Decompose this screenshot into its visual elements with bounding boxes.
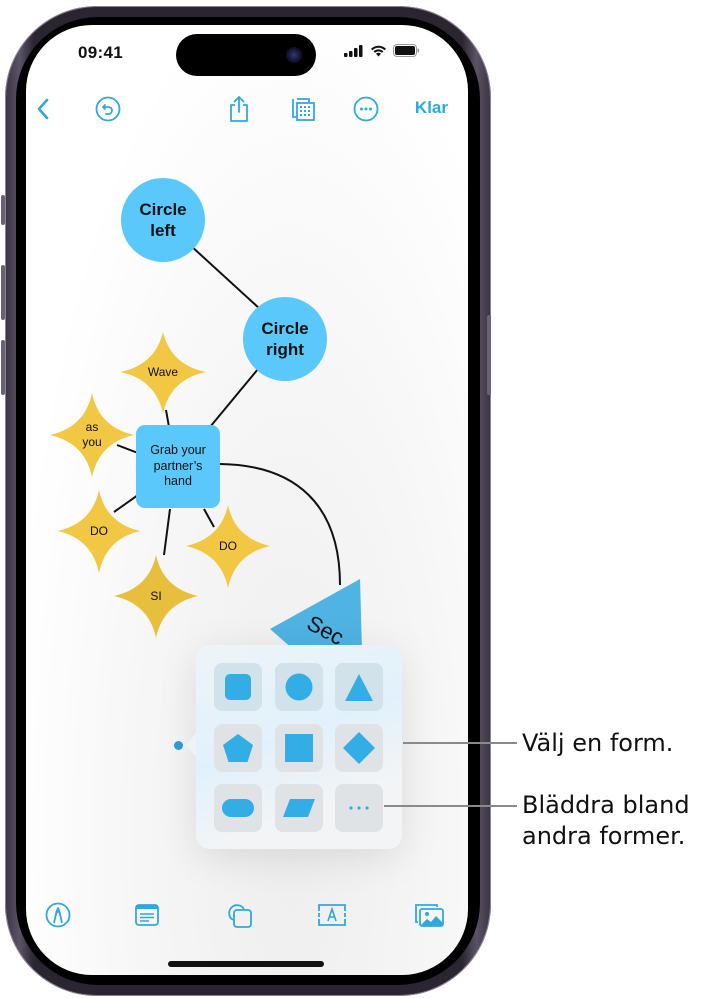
callout-choose-shape: Välj en form. (522, 729, 674, 757)
more-button[interactable] (351, 94, 381, 124)
shape-square[interactable] (275, 724, 323, 772)
top-toolbar: Klar (26, 90, 468, 126)
circle-right-label-line1: Circle (261, 318, 309, 338)
connector-right-grab (209, 362, 264, 428)
asyou-label-line1: as (85, 420, 99, 434)
shape-diamond[interactable] (335, 724, 383, 772)
circle-shape-icon (285, 673, 313, 701)
diamond-shape-icon (343, 732, 375, 764)
ellipsis-icon (349, 806, 369, 810)
battery-icon (393, 44, 420, 57)
wifi-icon (371, 45, 386, 56)
grab-label-line1: Grab your (150, 443, 206, 458)
circle-right-label: Circle right (243, 314, 327, 364)
power-button (487, 315, 491, 395)
cellular-signal-icon (344, 44, 363, 57)
home-indicator (168, 961, 324, 967)
doright-label: DO (219, 538, 237, 553)
shape-triangle[interactable] (335, 663, 383, 711)
front-camera (286, 47, 302, 63)
pentagon-shape-icon (223, 733, 253, 762)
grab-label-line3: hand (164, 474, 192, 489)
triangle-shape-icon (345, 674, 373, 701)
circle-right-label-line2: right (266, 340, 304, 359)
pill-shape-icon (222, 799, 254, 817)
done-button[interactable]: Klar (415, 98, 448, 118)
action-button (1, 195, 5, 225)
volume-up-button (1, 265, 5, 320)
bottom-toolbar (26, 898, 468, 934)
parallelogram-shape-icon (283, 799, 315, 817)
wave-label: Wave (147, 364, 179, 379)
connector-left-right (189, 244, 261, 310)
shape-picker-popover (186, 645, 402, 849)
anchor-dot (174, 741, 183, 750)
back-button[interactable] (28, 94, 58, 124)
connector-doleft-grab (113, 494, 139, 513)
callout-browse-line1: Bläddra bland (522, 791, 690, 819)
grid-view-icon (292, 98, 315, 121)
shape-rounded-square[interactable] (214, 663, 262, 711)
volume-down-button (1, 340, 5, 395)
undo-icon (95, 96, 121, 122)
grab-label-line2: partner’s (153, 458, 203, 473)
dynamic-island (176, 34, 316, 76)
callout-line-choose-shape (403, 742, 517, 744)
note-card-icon (135, 904, 159, 926)
circle-left-label-line1: Circle (139, 199, 187, 219)
pen-icon (45, 902, 71, 928)
media-button[interactable] (412, 898, 446, 932)
pen-button[interactable] (41, 898, 75, 932)
note-card-button[interactable] (130, 898, 164, 932)
rounded-square-shape-icon (225, 674, 251, 700)
status-icons (344, 44, 420, 57)
callout-browse-line2: andra former. (522, 822, 686, 850)
shapes-icon (228, 904, 252, 928)
shape-pill[interactable] (214, 784, 262, 832)
callout-line-browse-shapes (384, 805, 517, 807)
asyou-label: as you (62, 417, 122, 453)
media-icon (415, 904, 444, 927)
popover-tail (186, 733, 196, 757)
si-label: SI (150, 588, 162, 603)
shape-pentagon[interactable] (214, 724, 262, 772)
shapes-button[interactable] (222, 898, 256, 932)
connector-si-grab (163, 508, 171, 556)
share-button[interactable] (224, 94, 254, 124)
connector-grab-triangle (219, 463, 341, 586)
circle-left-label-line2: left (150, 221, 176, 240)
undo-button[interactable] (93, 94, 123, 124)
text-box-icon (318, 904, 346, 926)
more-shapes-button[interactable] (335, 784, 383, 832)
circle-left-label: Circle left (121, 195, 205, 245)
status-time: 09:41 (78, 43, 123, 62)
asyou-label-line2: you (82, 435, 102, 449)
ellipsis-circle-icon (353, 96, 379, 122)
chevron-left-icon (37, 98, 49, 120)
doleft-label: DO (90, 523, 108, 538)
connector-doright-grab (203, 508, 215, 528)
screen: Sec Circle left Circle right Grab your p… (26, 25, 468, 975)
shape-parallelogram[interactable] (275, 784, 323, 832)
text-box-button[interactable] (315, 898, 349, 932)
square-shape-icon (285, 734, 313, 762)
view-button[interactable] (288, 94, 318, 124)
grab-label: Grab your partner’s hand (136, 425, 220, 508)
shape-circle[interactable] (275, 663, 323, 711)
callout-browse-shapes: Bläddra bland andra former. (522, 790, 690, 852)
share-icon (230, 96, 248, 122)
